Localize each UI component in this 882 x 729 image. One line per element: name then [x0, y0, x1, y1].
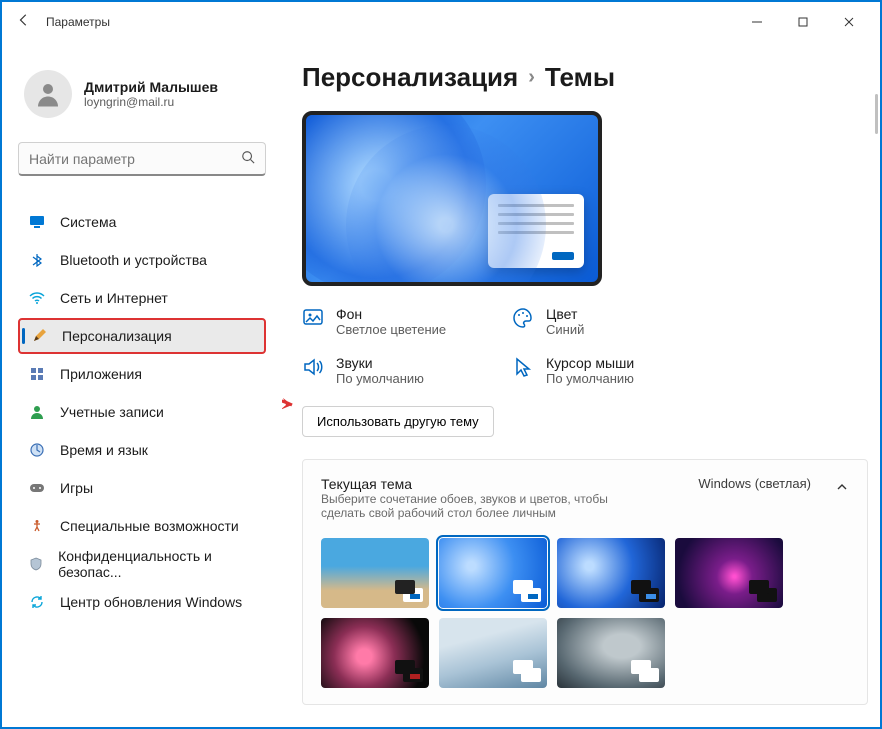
minimize-button[interactable]: [734, 6, 780, 38]
nav-label: Приложения: [60, 366, 142, 382]
sidebar: Дмитрий Малышев loyngrin@mail.ru Система…: [2, 42, 282, 727]
use-other-theme-button[interactable]: Использовать другую тему: [302, 406, 494, 437]
brush-icon: [30, 327, 48, 345]
update-icon: [28, 593, 46, 611]
current-theme-card[interactable]: Текущая тема Выберите сочетание обоев, з…: [302, 459, 868, 705]
theme-prop-background[interactable]: Фон Светлое цветение: [302, 306, 512, 337]
back-button[interactable]: [10, 13, 38, 31]
nav-label: Bluetooth и устройства: [60, 252, 207, 268]
user-email: loyngrin@mail.ru: [84, 95, 218, 109]
breadcrumb: Персонализация › Темы: [302, 62, 868, 93]
avatar: [24, 70, 72, 118]
search-icon: [241, 150, 255, 167]
sidebar-item-accessibility[interactable]: Специальные возможности: [18, 508, 266, 544]
nav-label: Система: [60, 214, 116, 230]
prop-value: Синий: [546, 322, 584, 337]
sidebar-item-windows-update[interactable]: Центр обновления Windows: [18, 584, 266, 620]
nav-list: Система Bluetooth и устройства Сеть и Ин…: [18, 204, 266, 620]
prop-value: По умолчанию: [546, 371, 634, 386]
sidebar-item-apps[interactable]: Приложения: [18, 356, 266, 392]
bluetooth-icon: [28, 251, 46, 269]
card-subtitle: Выберите сочетание обоев, звуков и цвето…: [321, 492, 641, 520]
prop-label: Цвет: [546, 306, 584, 322]
nav-label: Конфиденциальность и безопас...: [58, 548, 256, 580]
sidebar-item-privacy[interactable]: Конфиденциальность и безопас...: [18, 546, 266, 582]
sidebar-item-bluetooth[interactable]: Bluetooth и устройства: [18, 242, 266, 278]
breadcrumb-parent[interactable]: Персонализация: [302, 62, 518, 93]
annotation-arrow: [282, 390, 302, 420]
search-input[interactable]: [29, 151, 241, 167]
gamepad-icon: [28, 479, 46, 497]
card-current-value: Windows (светлая): [698, 476, 811, 491]
user-icon: [28, 403, 46, 421]
accessibility-icon: [28, 517, 46, 535]
chevron-right-icon: ›: [528, 66, 535, 89]
cursor-icon: [512, 356, 534, 378]
prop-label: Звуки: [336, 355, 424, 371]
card-title: Текущая тема: [321, 476, 641, 492]
title-bar: Параметры: [2, 2, 880, 42]
nav-label: Время и язык: [60, 442, 148, 458]
theme-thumb[interactable]: [439, 538, 547, 608]
sound-icon: [302, 356, 324, 378]
monitor-icon: [28, 213, 46, 231]
user-name: Дмитрий Малышев: [84, 79, 218, 95]
user-account-block[interactable]: Дмитрий Малышев loyngrin@mail.ru: [24, 70, 266, 118]
sidebar-item-gaming[interactable]: Игры: [18, 470, 266, 506]
theme-prop-sounds[interactable]: Звуки По умолчанию: [302, 355, 512, 386]
theme-thumb[interactable]: [321, 618, 429, 688]
nav-label: Специальные возможности: [60, 518, 239, 534]
theme-prop-cursor[interactable]: Курсор мыши По умолчанию: [512, 355, 722, 386]
sidebar-item-personalization[interactable]: Персонализация: [18, 318, 266, 354]
clock-globe-icon: [28, 441, 46, 459]
nav-label: Персонализация: [62, 328, 172, 344]
theme-prop-color[interactable]: Цвет Синий: [512, 306, 722, 337]
nav-label: Центр обновления Windows: [60, 594, 242, 610]
theme-thumb[interactable]: [321, 538, 429, 608]
sidebar-item-system[interactable]: Система: [18, 204, 266, 240]
scrollbar[interactable]: [875, 94, 878, 134]
prop-label: Курсор мыши: [546, 355, 634, 371]
theme-properties-grid: Фон Светлое цветение Цвет Синий Звуки По…: [302, 306, 722, 386]
prop-label: Фон: [336, 306, 446, 322]
theme-thumbnails: [321, 538, 849, 688]
main-content: Персонализация › Темы Фон Светлое цветен…: [282, 42, 880, 727]
sidebar-item-accounts[interactable]: Учетные записи: [18, 394, 266, 430]
preview-mock-window: [488, 194, 584, 268]
palette-icon: [512, 307, 534, 329]
wifi-icon: [28, 289, 46, 307]
prop-value: Светлое цветение: [336, 322, 446, 337]
close-button[interactable]: [826, 6, 872, 38]
shield-icon: [28, 555, 44, 573]
nav-label: Игры: [60, 480, 93, 496]
nav-label: Сеть и Интернет: [60, 290, 168, 306]
nav-label: Учетные записи: [60, 404, 164, 420]
theme-thumb[interactable]: [557, 538, 665, 608]
theme-preview: [302, 111, 602, 286]
breadcrumb-current: Темы: [545, 62, 615, 93]
sidebar-item-time-language[interactable]: Время и язык: [18, 432, 266, 468]
maximize-button[interactable]: [780, 6, 826, 38]
search-input-wrapper[interactable]: [18, 142, 266, 176]
apps-icon: [28, 365, 46, 383]
sidebar-item-network[interactable]: Сеть и Интернет: [18, 280, 266, 316]
window-title: Параметры: [46, 15, 110, 29]
theme-thumb[interactable]: [557, 618, 665, 688]
chevron-up-icon: [835, 480, 849, 497]
theme-thumb[interactable]: [675, 538, 783, 608]
prop-value: По умолчанию: [336, 371, 424, 386]
picture-icon: [302, 307, 324, 329]
theme-thumb[interactable]: [439, 618, 547, 688]
